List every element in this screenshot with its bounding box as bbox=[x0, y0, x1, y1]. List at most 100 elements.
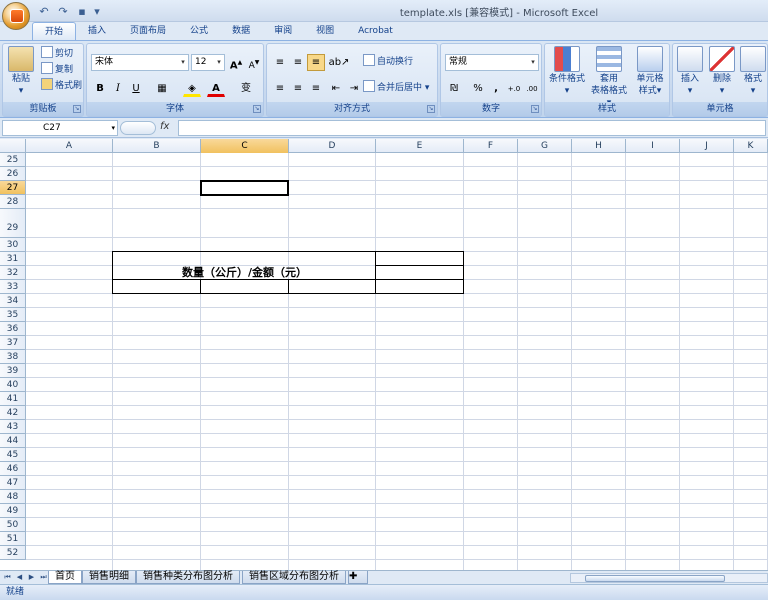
row-header-33[interactable]: 33 bbox=[0, 280, 26, 294]
comma-button[interactable]: , bbox=[487, 80, 505, 97]
insert-sheet-icon[interactable]: ✚ bbox=[348, 571, 368, 584]
dialog-launcher-icon[interactable]: ↘ bbox=[427, 105, 435, 113]
row-header-31[interactable]: 31 bbox=[0, 252, 26, 266]
align-middle-icon[interactable]: ≡ bbox=[289, 54, 307, 71]
column-header-e[interactable]: E bbox=[376, 139, 464, 153]
paste-button[interactable]: 粘贴 ▾ bbox=[7, 46, 35, 97]
decrease-decimal-button[interactable]: .00 bbox=[523, 80, 541, 97]
row-header-40[interactable]: 40 bbox=[0, 378, 26, 392]
bold-button[interactable]: B bbox=[91, 80, 109, 97]
row-header-36[interactable]: 36 bbox=[0, 322, 26, 336]
underline-button[interactable]: U bbox=[127, 80, 145, 97]
sheet-tab-region-analysis[interactable]: 销售区域分布图分析 bbox=[242, 571, 346, 584]
row-header-50[interactable]: 50 bbox=[0, 518, 26, 532]
scroll-thumb[interactable] bbox=[585, 575, 725, 582]
wrap-text-button[interactable]: 自动换行 bbox=[363, 54, 413, 70]
font-color-icon[interactable]: A bbox=[207, 80, 225, 97]
column-header-b[interactable]: B bbox=[113, 139, 201, 153]
font-size-select[interactable]: 12 ▾ bbox=[191, 54, 225, 71]
row-header-44[interactable]: 44 bbox=[0, 434, 26, 448]
active-cell[interactable] bbox=[200, 180, 289, 196]
row-header-28[interactable]: 28 bbox=[0, 195, 26, 209]
fill-color-icon[interactable]: ◈ bbox=[183, 80, 201, 97]
currency-icon[interactable]: ₪ bbox=[445, 80, 463, 97]
row-header-30[interactable]: 30 bbox=[0, 238, 26, 252]
percent-button[interactable]: % bbox=[469, 80, 487, 97]
row-header-47[interactable]: 47 bbox=[0, 476, 26, 490]
tab-insert[interactable]: 插入 bbox=[76, 22, 118, 41]
row-header-39[interactable]: 39 bbox=[0, 364, 26, 378]
grow-font-button[interactable]: A▲ bbox=[227, 54, 245, 71]
column-header-h[interactable]: H bbox=[572, 139, 626, 153]
row-header-43[interactable]: 43 bbox=[0, 420, 26, 434]
tab-acrobat[interactable]: Acrobat bbox=[346, 22, 405, 41]
tab-home[interactable]: 开始 bbox=[32, 22, 77, 41]
row-header-37[interactable]: 37 bbox=[0, 336, 26, 350]
tab-data[interactable]: 数据 bbox=[220, 22, 262, 41]
phonetic-button[interactable]: 变 bbox=[233, 80, 259, 97]
select-all-corner[interactable] bbox=[0, 139, 26, 153]
column-header-i[interactable]: I bbox=[626, 139, 680, 153]
align-center-icon[interactable]: ≡ bbox=[289, 80, 307, 97]
cell-styles-button[interactable]: 单元格 样式▾ bbox=[631, 46, 669, 97]
row-header-35[interactable]: 35 bbox=[0, 308, 26, 322]
row-header-26[interactable]: 26 bbox=[0, 167, 26, 181]
row-header-29[interactable]: 29 bbox=[0, 209, 26, 238]
insert-function-button[interactable]: fx bbox=[160, 121, 169, 132]
column-header-k[interactable]: K bbox=[734, 139, 768, 153]
align-right-icon[interactable]: ≡ bbox=[307, 80, 325, 97]
font-name-select[interactable]: 宋体 ▾ bbox=[91, 54, 189, 71]
column-header-d[interactable]: D bbox=[289, 139, 376, 153]
first-sheet-icon[interactable]: ⏮ bbox=[2, 572, 13, 583]
prev-sheet-icon[interactable]: ◀ bbox=[14, 572, 25, 583]
align-bottom-icon[interactable]: ≡ bbox=[307, 54, 325, 71]
decrease-indent-icon[interactable]: ⇤ bbox=[327, 80, 345, 97]
column-header-c[interactable]: C bbox=[201, 139, 289, 153]
name-box[interactable]: C27 ▾ bbox=[2, 120, 118, 136]
formula-cancel-icon[interactable] bbox=[120, 121, 156, 135]
sheet-tab-sales-detail[interactable]: 销售明细 bbox=[82, 571, 136, 584]
align-top-icon[interactable]: ≡ bbox=[271, 54, 289, 71]
italic-button[interactable]: I bbox=[109, 80, 127, 97]
tab-review[interactable]: 审阅 bbox=[262, 22, 304, 41]
row-header-42[interactable]: 42 bbox=[0, 406, 26, 420]
tab-view[interactable]: 视图 bbox=[304, 22, 346, 41]
row-header-38[interactable]: 38 bbox=[0, 350, 26, 364]
next-sheet-icon[interactable]: ▶ bbox=[26, 572, 37, 583]
row-header-46[interactable]: 46 bbox=[0, 462, 26, 476]
tab-formulas[interactable]: 公式 bbox=[178, 22, 220, 41]
row-header-25[interactable]: 25 bbox=[0, 153, 26, 167]
column-header-g[interactable]: G bbox=[518, 139, 572, 153]
row-header-52[interactable]: 52 bbox=[0, 546, 26, 560]
copy-button[interactable]: 复制 bbox=[41, 62, 73, 78]
increase-indent-icon[interactable]: ⇥ bbox=[345, 80, 363, 97]
conditional-format-button[interactable]: 条件格式 ▾ bbox=[547, 46, 587, 97]
row-header-41[interactable]: 41 bbox=[0, 392, 26, 406]
office-button[interactable] bbox=[2, 2, 30, 30]
borders-icon[interactable]: ▦ bbox=[153, 80, 171, 97]
column-header-f[interactable]: F bbox=[464, 139, 518, 153]
orientation-icon[interactable]: ab↗ bbox=[327, 54, 351, 71]
row-header-34[interactable]: 34 bbox=[0, 294, 26, 308]
number-format-select[interactable]: 常规 ▾ bbox=[445, 54, 539, 71]
merged-header-cell[interactable]: 数量（公斤）/金额（元） bbox=[113, 265, 376, 281]
delete-cells-button[interactable]: 删除 ▾ bbox=[707, 46, 737, 97]
format-cells-button[interactable]: 格式 ▾ bbox=[739, 46, 767, 97]
tab-page-layout[interactable]: 页面布局 bbox=[118, 22, 178, 41]
row-header-48[interactable]: 48 bbox=[0, 490, 26, 504]
insert-cells-button[interactable]: 插入 ▾ bbox=[675, 46, 705, 97]
format-painter-button[interactable]: 格式刷 bbox=[41, 78, 82, 94]
row-header-27[interactable]: 27 bbox=[0, 181, 26, 195]
dialog-launcher-icon[interactable]: ↘ bbox=[531, 105, 539, 113]
row-header-32[interactable]: 32 bbox=[0, 266, 26, 280]
column-header-j[interactable]: J bbox=[680, 139, 734, 153]
align-left-icon[interactable]: ≡ bbox=[271, 80, 289, 97]
increase-decimal-button[interactable]: +.0 bbox=[505, 80, 523, 97]
column-header-a[interactable]: A bbox=[26, 139, 113, 153]
format-as-table-button[interactable]: 套用表格格式▾ bbox=[589, 46, 629, 109]
row-header-51[interactable]: 51 bbox=[0, 532, 26, 546]
dialog-launcher-icon[interactable]: ↘ bbox=[73, 105, 81, 113]
dialog-launcher-icon[interactable]: ↘ bbox=[253, 105, 261, 113]
shrink-font-button[interactable]: A▼ bbox=[245, 54, 263, 71]
horizontal-scrollbar[interactable] bbox=[570, 573, 768, 583]
